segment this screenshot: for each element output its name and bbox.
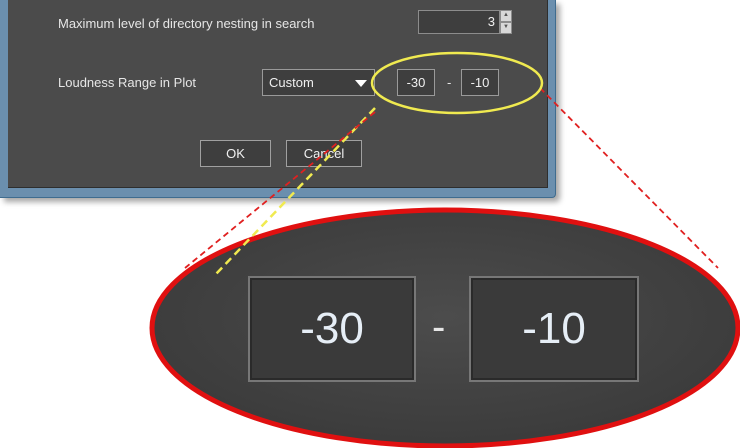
red-callout-line-left [184, 111, 376, 269]
red-callout-line-right [539, 87, 719, 269]
callout-overlay [184, 51, 719, 276]
highlight-circle [370, 51, 544, 115]
yellow-callout-line [214, 107, 376, 276]
